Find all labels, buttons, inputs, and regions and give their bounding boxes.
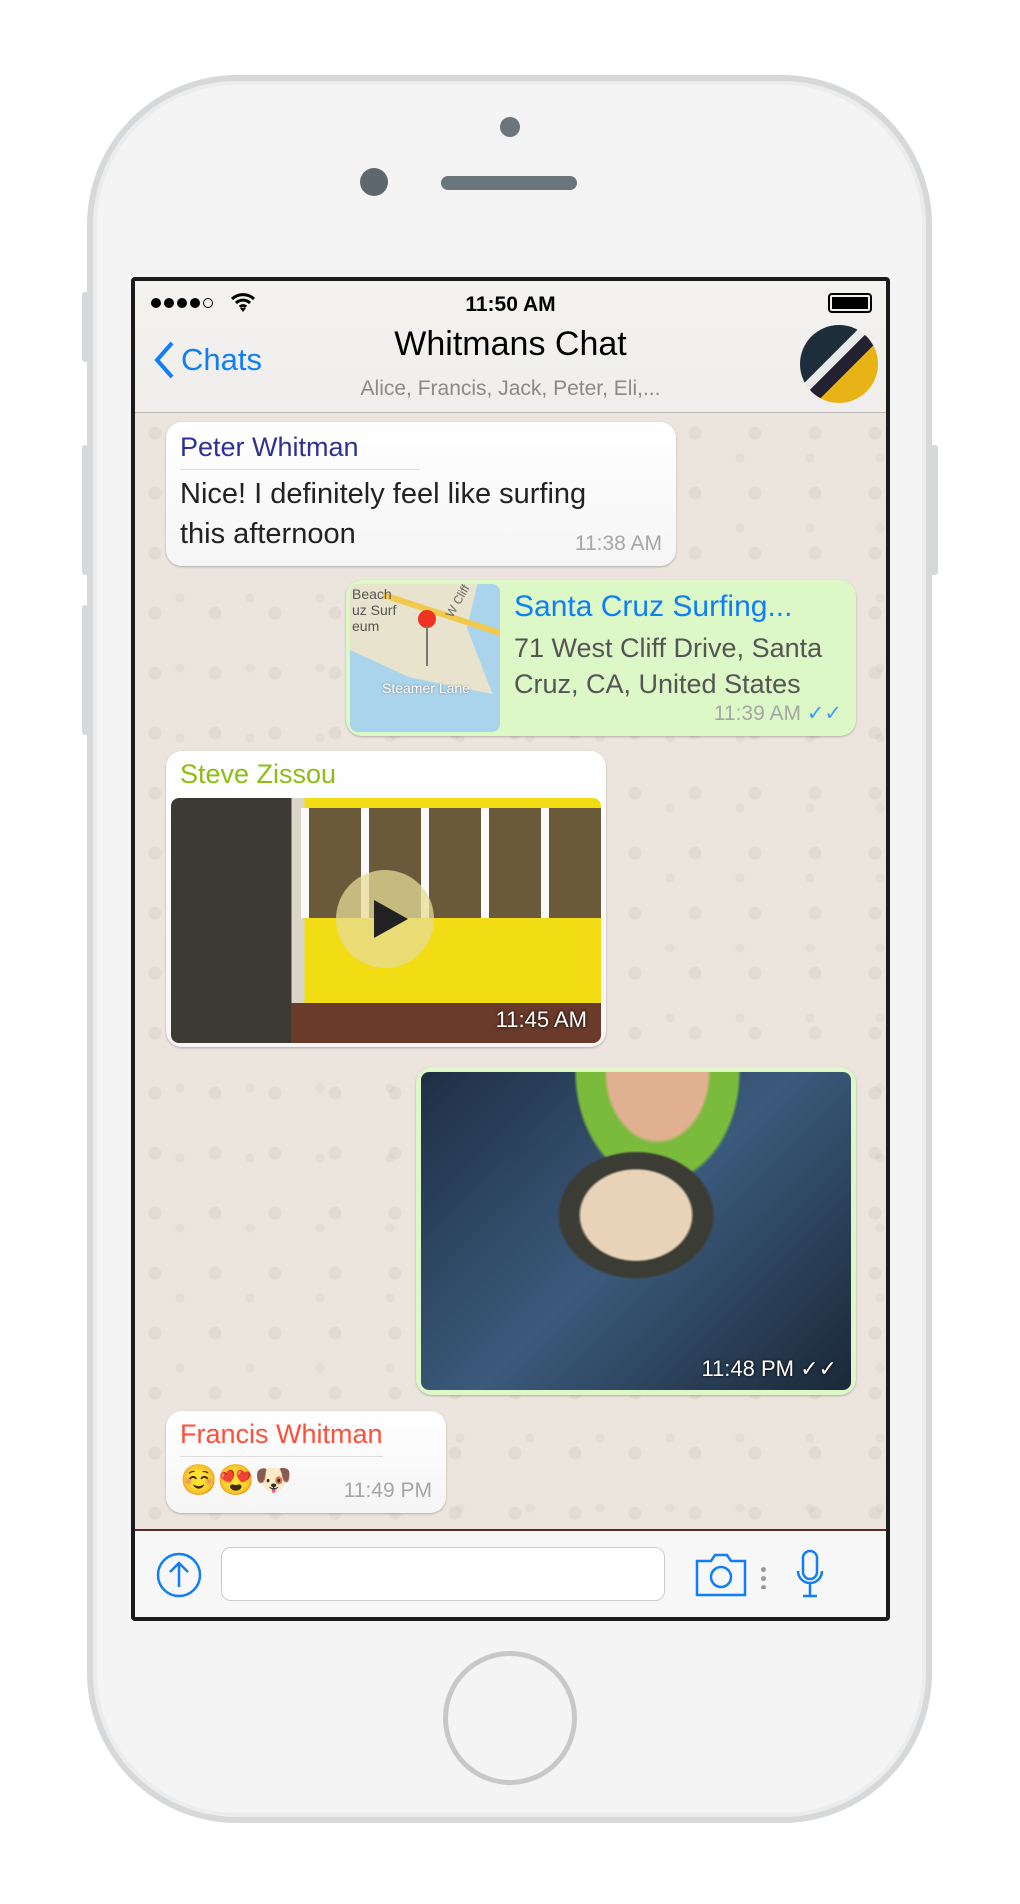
message-time: 11:38 AM [574,532,662,555]
photo-meta: 11:48 PM ✓✓ [701,1356,837,1382]
map-label: eum [352,618,380,634]
photo-thumbnail[interactable]: 11:48 PM ✓✓ [421,1072,851,1390]
message-time: 11:48 PM [701,1356,794,1381]
sender-name: Peter Whitman [180,432,420,470]
location-address: 71 West Cliff Drive, Santa Cruz, CA, Uni… [514,633,823,699]
message-bubble[interactable]: Francis Whitman ☺️😍🐶 11:49 PM [166,1411,446,1513]
message-input[interactable] [221,1547,665,1601]
message-meta: 11:39 AM ✓✓ [714,701,842,726]
video-message[interactable]: Steve Zissou 11:45 AM [166,751,606,1047]
play-icon [374,900,408,938]
message-bubble[interactable]: Peter Whitman Nice! I definitely feel li… [166,422,676,566]
double-check-icon: ✓✓ [800,1356,837,1381]
location-title: Santa Cruz Surfing... [514,590,793,623]
map-thumbnail[interactable]: Beach uz Surf eum Steamer Lane W Cliff [350,584,500,732]
message-text: Nice! I definitely feel like surfing thi… [180,478,587,550]
status-time: 11:50 AM [465,293,556,316]
input-bar [135,1529,886,1617]
photo-message[interactable]: 11:48 PM ✓✓ [416,1067,856,1395]
message-time: 11:39 AM [713,702,801,725]
play-button[interactable] [336,870,434,968]
message-time: 11:49 PM [343,1479,432,1502]
home-button[interactable] [443,1651,577,1785]
location-message[interactable]: Beach uz Surf eum Steamer Lane W Cliff S… [346,580,856,736]
divider-dots [761,1565,766,1589]
group-avatar[interactable] [800,325,878,403]
chat-title[interactable]: Whitmans Chat [135,325,886,364]
map-label: uz Surf [352,602,397,618]
video-thumbnail[interactable]: 11:45 AM [171,798,601,1043]
camera-icon[interactable] [695,1553,747,1597]
earpiece-speaker [441,176,577,190]
sender-name: Steve Zissou [180,759,337,789]
sender-name: Francis Whitman [180,1419,383,1457]
message-time: 11:45 AM [495,1007,587,1032]
map-label: Steamer Lane [382,680,470,696]
map-label: Beach [352,586,392,602]
chat-participants: Alice, Francis, Jack, Peter, Eli,... [360,377,661,400]
double-check-icon: ✓✓ [806,702,842,725]
front-camera [360,168,388,196]
navigation-bar: 11:50 AM Chats Whitmans Chat Alice, Fran… [135,281,886,413]
proximity-sensor [500,117,520,137]
screen: 11:50 AM Chats Whitmans Chat Alice, Fran… [131,277,890,1621]
microphone-icon[interactable] [795,1549,825,1599]
share-upload-icon[interactable] [155,1551,203,1599]
battery-icon [828,293,872,313]
